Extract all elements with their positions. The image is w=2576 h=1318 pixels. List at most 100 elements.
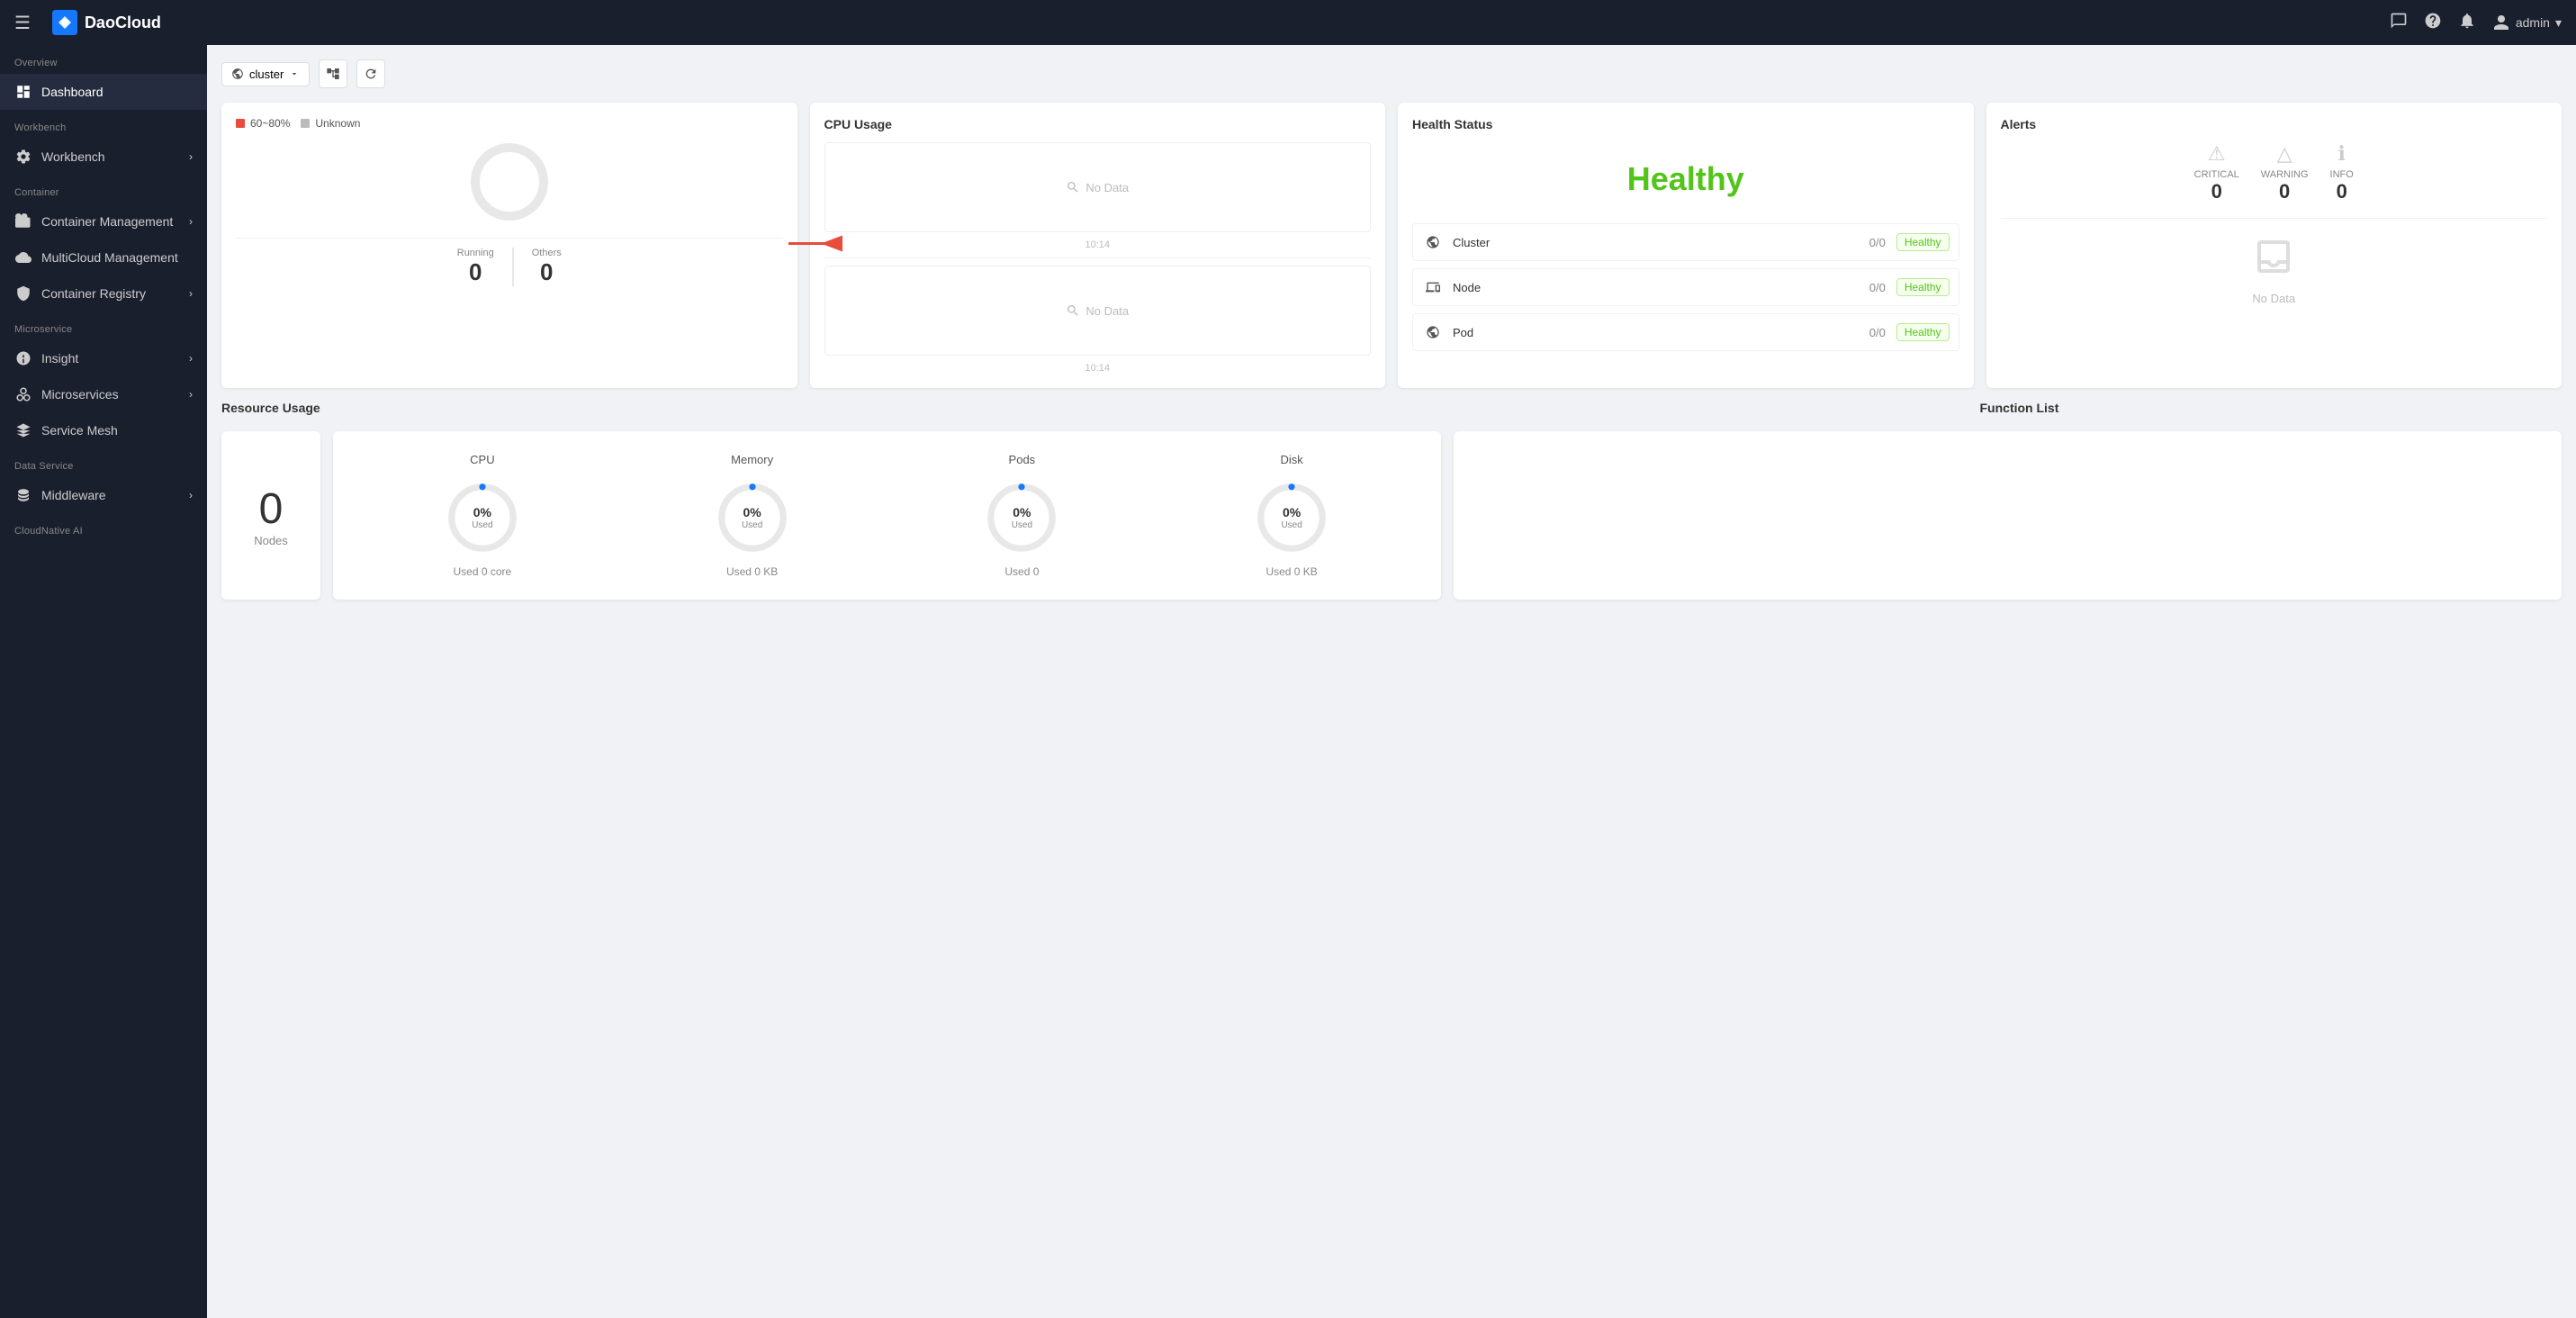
container-management-icon bbox=[14, 212, 32, 230]
metric-cpu: CPU 0% Used bbox=[347, 446, 617, 585]
middleware-label: Middleware bbox=[41, 488, 106, 502]
node-health-badge: Healthy bbox=[1896, 278, 1950, 296]
info-count: 0 bbox=[2330, 180, 2354, 203]
memory-time-label: 10:14 bbox=[824, 359, 1372, 374]
workbench-chevron: › bbox=[189, 150, 193, 163]
section-label-microservice: Microservice bbox=[0, 311, 207, 340]
memory-donut-container: 0% Used bbox=[617, 477, 887, 558]
service-mesh-label: Service Mesh bbox=[41, 423, 118, 438]
health-status-title: Health Status bbox=[1412, 117, 1959, 131]
refresh-icon-btn[interactable] bbox=[356, 59, 385, 88]
resource-metrics-card: CPU 0% Used bbox=[333, 431, 1441, 600]
memory-no-data-text: No Data bbox=[1085, 304, 1129, 318]
microservices-icon bbox=[14, 385, 32, 403]
workbench-icon bbox=[14, 148, 32, 166]
function-list-section-title: Function List bbox=[1980, 401, 2562, 415]
cluster-health-count: 0/0 bbox=[1869, 236, 1886, 249]
disk-donut-svg bbox=[1251, 477, 1332, 558]
cpu-time-label: 10:14 bbox=[824, 236, 1372, 250]
disk-donut-container: 0% Used bbox=[1157, 477, 1427, 558]
warning-label: WARNING bbox=[2261, 169, 2309, 180]
info-icon: ℹ bbox=[2330, 142, 2354, 166]
sidebar-item-dashboard[interactable]: Dashboard bbox=[0, 74, 207, 110]
dashboard-icon bbox=[14, 83, 32, 101]
function-list-header-area: Function List bbox=[1980, 401, 2562, 424]
cluster-dropdown-icon bbox=[289, 68, 300, 79]
health-status-value: Healthy bbox=[1412, 142, 1959, 216]
nodes-count: 0 bbox=[259, 484, 284, 534]
cluster-health-badge: Healthy bbox=[1896, 233, 1950, 251]
alerts-row: ⚠ CRITICAL 0 △ WARNING 0 ℹ INFO 0 bbox=[2001, 142, 2548, 203]
resource-usage-section-title: Resource Usage bbox=[221, 401, 1968, 415]
topnav-left: ☰ DaoCloud bbox=[14, 10, 2390, 35]
insight-chevron: › bbox=[189, 352, 193, 365]
cpu-no-data-text: No Data bbox=[1085, 181, 1129, 194]
cpu-donut-container: 0% Used bbox=[347, 477, 617, 558]
pods-used-label: Used 0 bbox=[887, 565, 1157, 578]
cpu-usage-card: CPU Usage No Data 10:14 No Data 10:14 bbox=[810, 103, 1386, 388]
main-content: cluster 60~80% bbox=[207, 45, 2576, 1318]
workbench-label: Workbench bbox=[41, 149, 105, 164]
metric-memory: Memory 0% Used bbox=[617, 446, 887, 585]
sidebar-item-container-management[interactable]: Container Management › bbox=[0, 203, 207, 239]
nodes-label: Nodes bbox=[254, 534, 288, 547]
sidebar-item-container-registry[interactable]: Container Registry › bbox=[0, 275, 207, 311]
sidebar-item-multicloud[interactable]: MultiCloud Management bbox=[0, 239, 207, 275]
function-list-card bbox=[1454, 431, 2562, 600]
memory-donut: 0% Used bbox=[712, 477, 793, 558]
container-management-chevron: › bbox=[189, 215, 193, 228]
bell-icon[interactable] bbox=[2458, 12, 2476, 34]
cluster-select[interactable]: cluster bbox=[221, 62, 310, 86]
warning-icon: △ bbox=[2261, 142, 2309, 166]
hamburger-icon[interactable]: ☰ bbox=[14, 12, 31, 34]
user-info[interactable]: admin ▾ bbox=[2492, 14, 2562, 32]
health-items-list: Cluster 0/0 Healthy Node 0/0 Healthy bbox=[1412, 223, 1959, 351]
user-dropdown-icon[interactable]: ▾ bbox=[2555, 15, 2562, 31]
section-label-overview: Overview bbox=[0, 45, 207, 74]
alert-warning: △ WARNING 0 bbox=[2261, 142, 2309, 203]
memory-metric-name: Memory bbox=[617, 453, 887, 466]
cpu-usage-title: CPU Usage bbox=[824, 117, 1372, 131]
cpu-donut: 0% Used bbox=[442, 477, 523, 558]
section-label-data-service: Data Service bbox=[0, 448, 207, 477]
middleware-icon bbox=[14, 486, 32, 504]
pods-donut-svg bbox=[981, 477, 1062, 558]
section-label-container: Container bbox=[0, 175, 207, 203]
legend-unknown-dot bbox=[301, 119, 310, 128]
user-avatar-icon bbox=[2492, 14, 2510, 32]
cpu-metric-name: CPU bbox=[347, 453, 617, 466]
middleware-chevron: › bbox=[189, 489, 193, 501]
nodes-card: 0 Nodes bbox=[221, 431, 320, 600]
microservices-chevron: › bbox=[189, 388, 193, 401]
legend-unknown-label: Unknown bbox=[315, 117, 360, 130]
sidebar-item-service-mesh[interactable]: Service Mesh bbox=[0, 412, 207, 448]
user-name: admin bbox=[2516, 15, 2550, 30]
running-label: Running bbox=[457, 248, 494, 258]
disk-donut: 0% Used bbox=[1251, 477, 1332, 558]
main-topbar: cluster bbox=[221, 59, 2562, 88]
pod-health-icon bbox=[1422, 321, 1444, 343]
message-icon[interactable] bbox=[2390, 12, 2408, 34]
info-label: INFO bbox=[2330, 169, 2354, 180]
sidebar-item-insight[interactable]: Insight › bbox=[0, 340, 207, 376]
metric-disk: Disk 0% Used bbox=[1157, 446, 1427, 585]
pods-donut-chart bbox=[464, 137, 554, 227]
pod-health-name: Pod bbox=[1453, 326, 1869, 339]
brand: DaoCloud bbox=[52, 10, 161, 35]
sidebar-item-middleware[interactable]: Middleware › bbox=[0, 477, 207, 513]
dashboard-label: Dashboard bbox=[41, 85, 104, 99]
topnav: ☰ DaoCloud admin ▾ bbox=[0, 0, 2576, 45]
sidebar-item-microservices[interactable]: Microservices › bbox=[0, 376, 207, 412]
sidebar-item-workbench[interactable]: Workbench › bbox=[0, 139, 207, 175]
insight-icon bbox=[14, 349, 32, 367]
topology-icon-btn[interactable] bbox=[319, 59, 347, 88]
pod-health-badge: Healthy bbox=[1896, 323, 1950, 341]
node-health-icon bbox=[1422, 276, 1444, 298]
health-item-pod: Pod 0/0 Healthy bbox=[1412, 313, 1959, 351]
container-registry-icon bbox=[14, 284, 32, 302]
critical-count: 0 bbox=[2194, 180, 2239, 203]
container-registry-chevron: › bbox=[189, 287, 193, 300]
metrics-row: CPU 0% Used bbox=[347, 446, 1427, 585]
help-icon[interactable] bbox=[2424, 12, 2442, 34]
node-health-name: Node bbox=[1453, 281, 1869, 294]
